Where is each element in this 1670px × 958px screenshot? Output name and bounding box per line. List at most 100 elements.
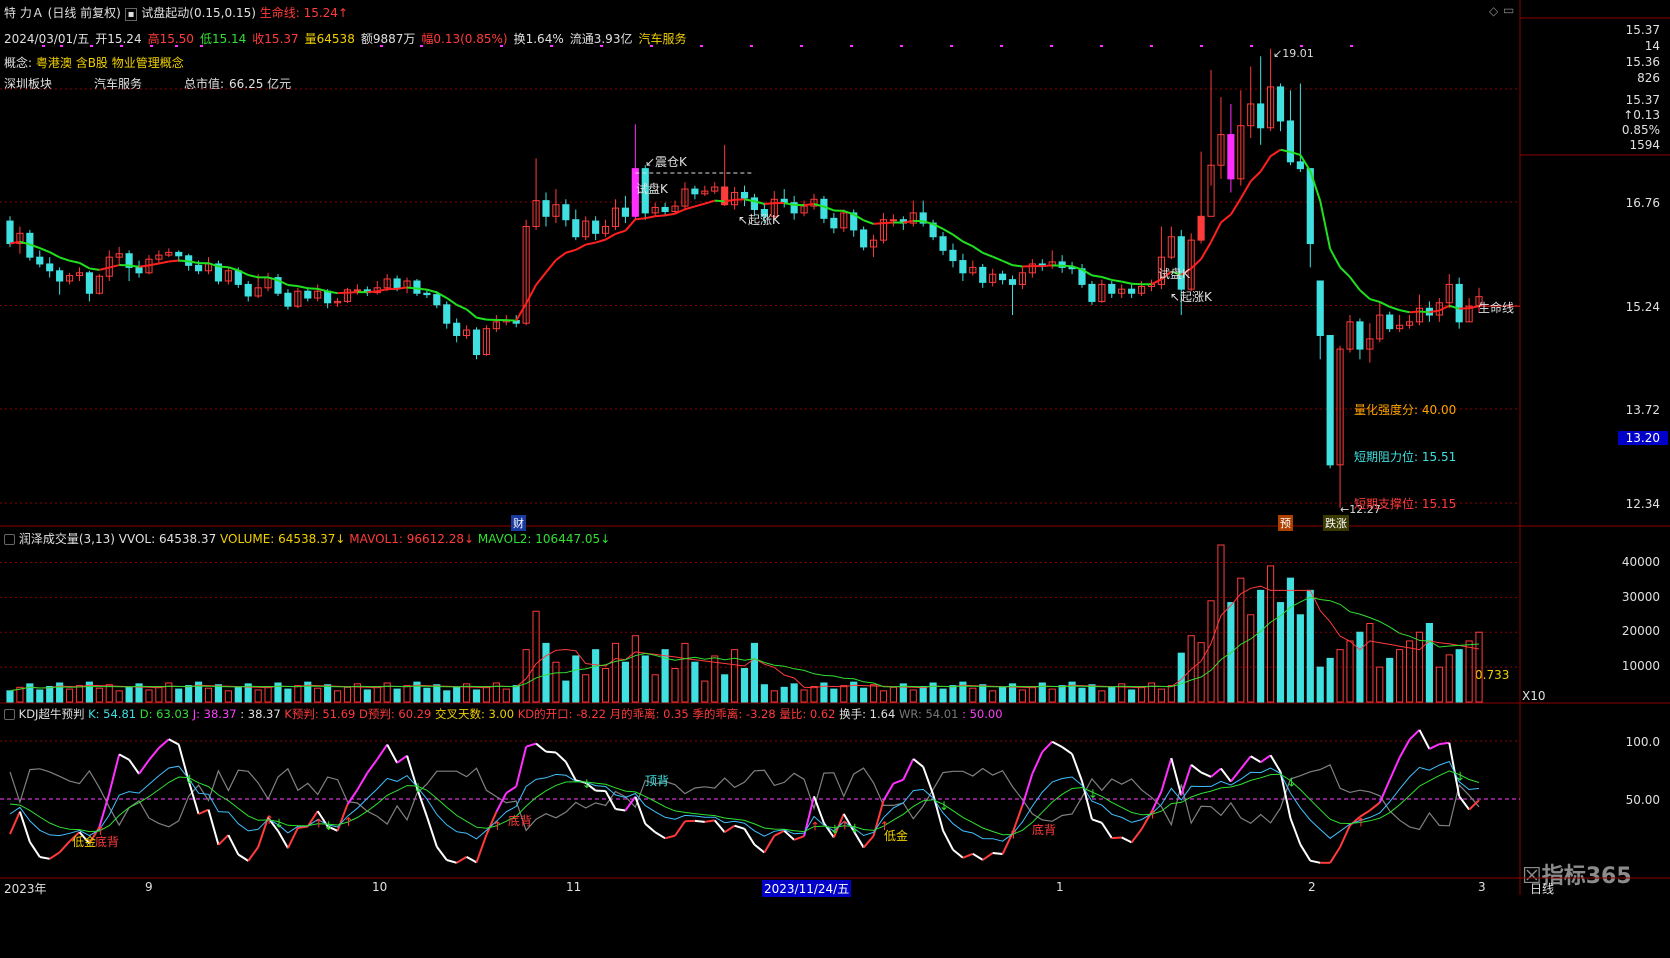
lifeline-segment [1121, 280, 1132, 285]
limit-marker[interactable]: 跌涨 [1323, 515, 1349, 531]
golden-cross-arrow: ↑ [343, 815, 353, 829]
kdj-j-segment [475, 834, 488, 863]
volume-bar [115, 690, 123, 703]
lifeline-segment [337, 291, 348, 295]
candle-body [1386, 314, 1394, 330]
lifeline-segment [69, 259, 80, 264]
kdj-j-segment [1210, 767, 1222, 778]
kdj-j-segment [724, 824, 736, 834]
golden-cross-arrow: ↑ [1356, 816, 1366, 830]
kdj-j-segment [1408, 729, 1421, 741]
lifeline-segment [555, 251, 567, 261]
candle-body [36, 256, 44, 265]
candle-body [1257, 103, 1265, 129]
lifeline-segment [426, 288, 438, 294]
kdj-j-segment [1388, 757, 1401, 781]
candle-body [691, 188, 699, 195]
kdj-j-segment [902, 758, 915, 781]
volume-bar [36, 689, 44, 703]
signal-dot [900, 45, 903, 47]
kdj-j-segment [1041, 741, 1053, 753]
volume-bar [343, 686, 352, 703]
volume-bar [284, 688, 292, 703]
candle-body [453, 322, 461, 336]
kdj-j-segment [9, 811, 21, 835]
finance-marker[interactable]: 财 [511, 515, 526, 531]
lifeline-segment [1438, 304, 1450, 312]
candle-body [1326, 334, 1334, 466]
candle-body [175, 251, 183, 257]
death-cross-arrow: ↓ [830, 823, 840, 837]
signal-dot [550, 45, 553, 47]
volume-bar [750, 642, 759, 703]
kdj-j-segment [1130, 828, 1143, 843]
volume-bar [502, 688, 510, 703]
kdj-j-segment [277, 830, 289, 849]
lifeline-segment [1012, 264, 1023, 268]
kdj-j-segment [893, 778, 904, 785]
kdj-bottom-div-label: 底背 [1032, 823, 1057, 837]
kdj-bottom-div-label: 底背 [95, 835, 120, 849]
signal-dot [700, 45, 703, 47]
kdj-j-segment [555, 751, 567, 763]
lifeline-segment [406, 286, 418, 290]
volume-bar [264, 685, 272, 703]
lifeline-segment [218, 265, 229, 269]
lifeline-segment [158, 260, 170, 265]
volume-bar [1306, 589, 1314, 703]
candle-body [6, 220, 14, 245]
signal-dot [380, 45, 383, 47]
lifeline-segment [684, 205, 696, 211]
lifeline-segment [1270, 148, 1282, 157]
candle-body [443, 304, 451, 324]
volume-bar [969, 687, 977, 703]
lifeline-segment [575, 243, 587, 251]
candle-body [959, 260, 967, 274]
lifeline-segment [922, 220, 934, 226]
signal-dot [120, 45, 123, 47]
kdj-j-segment [1418, 729, 1431, 750]
golden-cross-arrow: ↑ [492, 819, 502, 833]
candle-body [661, 206, 669, 213]
lifeline-segment [506, 319, 517, 322]
lifeline-segment [39, 247, 51, 254]
volume-bar [6, 690, 14, 703]
volume-bar [1326, 657, 1334, 703]
lifeline-label: 生命线 [1478, 301, 1515, 315]
volume-bar [542, 642, 550, 703]
kdj-j-segment [734, 824, 745, 830]
volume-bar [770, 690, 778, 703]
candle-body [433, 294, 441, 306]
signal-dot [1200, 45, 1203, 47]
candle-body [1296, 161, 1304, 170]
lifeline-segment [416, 287, 428, 291]
volume-bar [1028, 685, 1036, 703]
lifeline-segment [377, 288, 388, 293]
lifeline-segment [615, 229, 626, 235]
forecast-marker[interactable]: 预 [1278, 515, 1293, 531]
volume-bar [453, 686, 461, 703]
candle-body [740, 191, 749, 199]
kdj-j-segment [168, 738, 180, 746]
signal-dot [800, 45, 803, 47]
kdj-j-segment [1458, 795, 1470, 811]
kdj-j-segment [535, 742, 547, 753]
strength-score: 量化强度分: 40.00 [1354, 403, 1457, 417]
death-cross-arrow: ↓ [185, 773, 195, 787]
chart-canvas[interactable]: ↑↓↑ ↓ ↑ ↓ ↑↓↑↓↑ ↓ ↑ ↓ ↑↓↑↓↑↓↑↓ [0, 0, 1670, 958]
kdj-j-segment [912, 758, 924, 768]
lifeline-segment [1419, 310, 1430, 314]
volume-bar [314, 687, 322, 703]
lifeline-segment [515, 303, 528, 322]
signal-dot [650, 45, 653, 47]
lifeline-segment [446, 297, 458, 306]
volume-bar [651, 674, 659, 703]
volume-bar [1048, 688, 1056, 703]
volume-bar [1336, 649, 1344, 703]
kdj-j-segment [456, 856, 468, 864]
lifeline-segment [49, 251, 61, 259]
volume-bar [433, 684, 441, 703]
signal-dot [950, 45, 953, 47]
kdj-bottom-div-label: 底背 [508, 814, 533, 828]
lifeline-segment [297, 285, 308, 290]
